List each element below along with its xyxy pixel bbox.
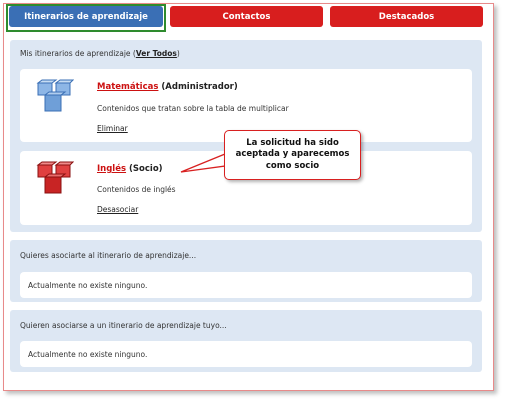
blue-cubes-icon xyxy=(36,79,74,112)
itinerary-description: Contenidos de inglés xyxy=(97,185,176,194)
itinerary-link-ingles[interactable]: Inglés xyxy=(97,164,126,174)
callout-line: como socio xyxy=(265,160,320,171)
itinerary-role: (Administrador) xyxy=(161,82,238,92)
itinerary-link-matematicas[interactable]: Matemáticas xyxy=(97,82,158,92)
delete-link[interactable]: Eliminar xyxy=(97,124,128,133)
callout-pointer xyxy=(180,153,226,173)
empty-message: Actualmente no existe ninguno. xyxy=(20,272,472,298)
itinerary-title: Inglés (Socio) xyxy=(97,164,163,174)
callout-line: aceptada y aparecemos xyxy=(235,149,350,160)
annotation-callout: La solicitud ha sido aceptada y aparecem… xyxy=(224,130,361,180)
itinerary-role: (Socio) xyxy=(129,164,163,174)
itinerary-title: Matemáticas (Administrador) xyxy=(97,82,238,92)
tab-destacados[interactable]: Destacados xyxy=(330,6,483,27)
empty-message: Actualmente no existe ninguno. xyxy=(20,341,472,367)
tab-contactos[interactable]: Contactos xyxy=(170,6,323,27)
incoming-requests-title: Quieren asociarse a un itinerario de apr… xyxy=(20,321,227,330)
my-itineraries-title: Mis itinerarios de aprendizaje (Ver Todo… xyxy=(20,49,180,58)
join-requests-title: Quieres asociarte al itinerario de apren… xyxy=(20,251,197,260)
itinerary-description: Contenidos que tratan sobre la tabla de … xyxy=(97,104,289,113)
title-suffix: ) xyxy=(176,49,180,58)
disassociate-link[interactable]: Desasociar xyxy=(97,205,138,214)
red-cubes-icon xyxy=(36,161,74,194)
callout-line: La solicitud ha sido xyxy=(246,137,339,148)
view-all-link[interactable]: Ver Todos xyxy=(136,49,177,58)
tab-itinerarios[interactable]: Itinerarios de aprendizaje xyxy=(9,6,163,27)
incoming-requests-section: Quieren asociarse a un itinerario de apr… xyxy=(10,310,482,372)
join-requests-section: Quieres asociarte al itinerario de apren… xyxy=(10,240,482,302)
title-prefix: Mis itinerarios de aprendizaje ( xyxy=(20,49,136,58)
